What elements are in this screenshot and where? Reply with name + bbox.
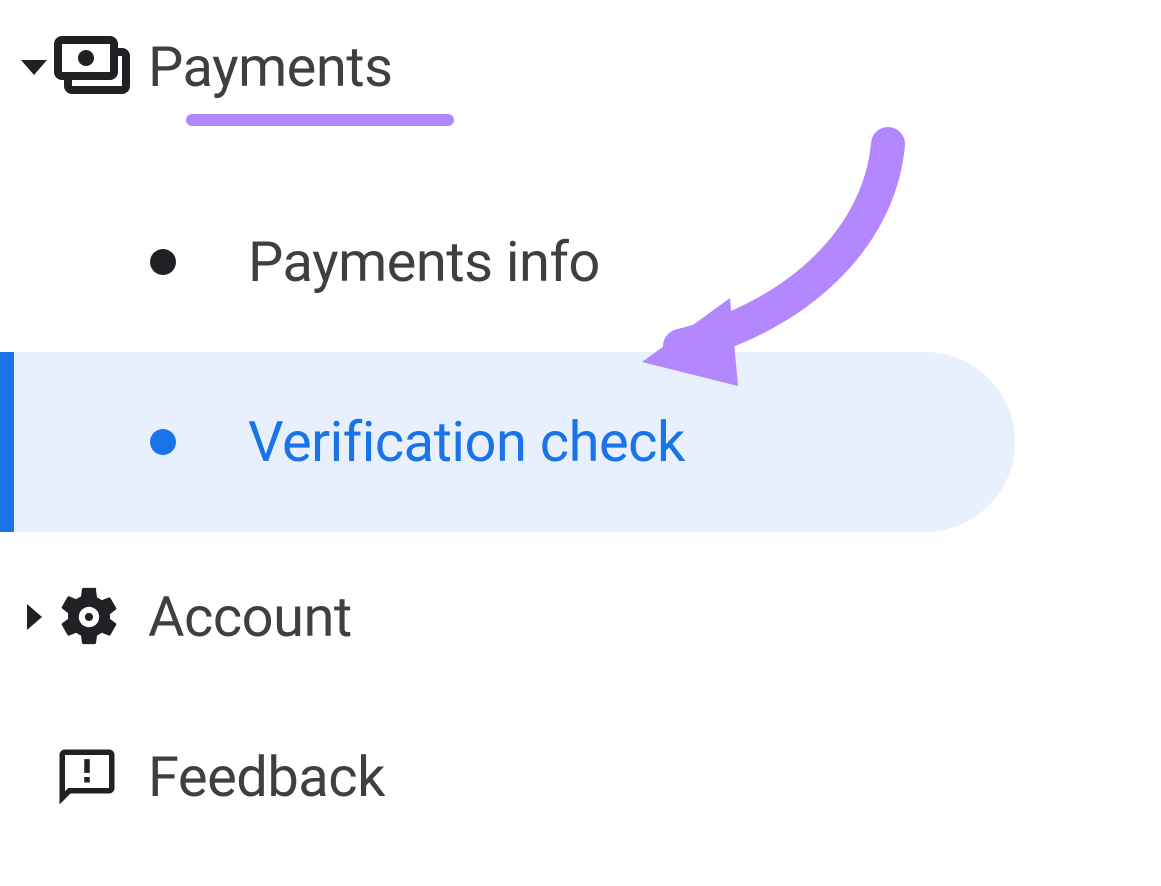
nav-item-feedback[interactable]: Feedback bbox=[0, 722, 1161, 832]
chevron-down-icon[interactable] bbox=[14, 60, 54, 75]
nav-item-payments[interactable]: Payments bbox=[0, 12, 1161, 122]
bullet-icon bbox=[150, 429, 176, 455]
bullet-icon bbox=[150, 249, 176, 275]
chevron-right-icon[interactable] bbox=[14, 604, 54, 630]
nav-label-payments: Payments bbox=[148, 34, 393, 100]
gear-icon bbox=[54, 582, 148, 652]
nav-subitem-payments-info[interactable]: Payments info bbox=[0, 172, 1015, 352]
sidebar-nav: Payments Payments info Verification chec… bbox=[0, 0, 1161, 832]
nav-label-feedback: Feedback bbox=[148, 744, 385, 810]
nav-sublabel-verification-check: Verification check bbox=[248, 409, 685, 475]
nav-sublabel-payments-info: Payments info bbox=[248, 229, 600, 295]
nav-subitem-verification-check[interactable]: Verification check bbox=[0, 352, 1015, 532]
nav-label-account: Account bbox=[148, 584, 352, 650]
feedback-icon bbox=[54, 744, 148, 810]
nav-item-account[interactable]: Account bbox=[0, 562, 1161, 672]
payments-icon bbox=[54, 36, 148, 98]
